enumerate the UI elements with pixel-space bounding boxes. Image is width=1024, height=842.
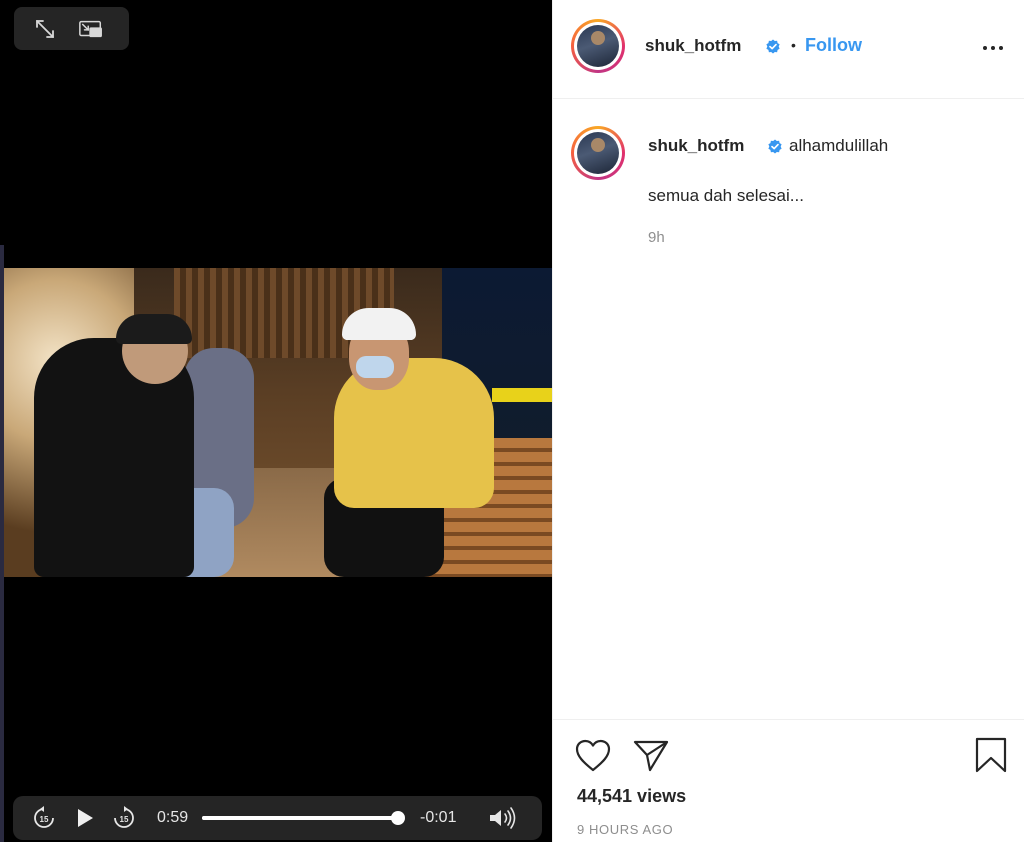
play-icon	[78, 809, 93, 827]
bookmark-icon[interactable]	[975, 737, 1007, 773]
play-button[interactable]	[73, 805, 97, 831]
verified-icon	[766, 39, 780, 54]
video-top-controls	[14, 7, 129, 50]
rewind-15-icon: 15	[34, 806, 54, 828]
svg-text:15: 15	[120, 815, 129, 824]
more-options-icon[interactable]	[981, 36, 1005, 60]
verified-icon	[768, 139, 782, 154]
expand-icon	[36, 20, 54, 38]
caption-avatar-image	[577, 132, 619, 174]
post-timestamp[interactable]: 9 HOURS AGO	[577, 822, 673, 837]
share-icon[interactable]	[633, 739, 669, 773]
fullscreen-button[interactable]	[32, 16, 58, 42]
action-bar: 44,541 views 9 HOURS AGO	[553, 719, 1024, 842]
caption-line-2: semua dah selesai...	[648, 186, 804, 205]
scrubber-handle[interactable]	[391, 811, 405, 825]
header-separator: •	[791, 37, 796, 53]
caption-text: alhamdulillah	[789, 136, 889, 155]
rewind-button[interactable]: 15	[31, 805, 57, 831]
avatar-image	[577, 25, 619, 67]
volume-icon	[490, 807, 516, 829]
svg-text:15: 15	[40, 815, 49, 824]
video-person-right-cap	[342, 308, 416, 340]
video-scrubber[interactable]	[202, 811, 405, 825]
picture-in-picture-icon	[79, 20, 102, 38]
caption-avatar-border	[574, 129, 622, 177]
current-time: 0:59	[157, 809, 189, 826]
forward-15-icon: 15	[114, 806, 134, 828]
scrubber-progress	[202, 816, 398, 820]
video-playback-bar: 15 15 0:59 -0:01	[13, 796, 542, 840]
heart-icon[interactable]	[575, 739, 611, 773]
avatar[interactable]	[571, 19, 625, 73]
caption-username[interactable]: shuk_hotfm	[648, 136, 744, 156]
remaining-time: -0:01	[420, 809, 457, 826]
video-shop-sign	[492, 388, 552, 402]
post-header: shuk_hotfm • Follow	[553, 0, 1024, 99]
volume-button[interactable]	[487, 805, 519, 831]
header-username[interactable]: shuk_hotfm	[645, 36, 741, 56]
video-person-left-cap	[116, 314, 192, 344]
caption-time[interactable]: 9h	[648, 229, 665, 246]
caption-avatar[interactable]	[571, 126, 625, 180]
avatar-border	[574, 22, 622, 70]
view-count[interactable]: 44,541 views	[577, 786, 686, 807]
video-player[interactable]: 15 15 0:59 -0:01	[0, 0, 552, 842]
forward-button[interactable]: 15	[111, 805, 137, 831]
follow-button[interactable]: Follow	[805, 35, 862, 56]
picture-in-picture-button[interactable]	[78, 16, 104, 42]
post-panel: shuk_hotfm • Follow shuk_hotfm alhamduli…	[552, 0, 1024, 842]
video-person-right-mask	[356, 356, 394, 378]
video-frame[interactable]	[4, 268, 552, 577]
